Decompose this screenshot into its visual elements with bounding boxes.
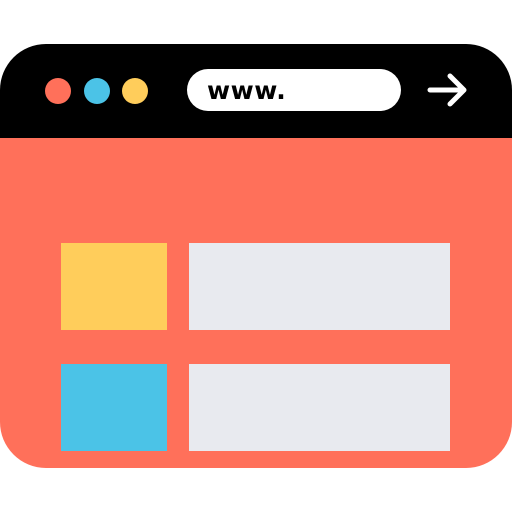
close-dot-icon[interactable] <box>45 78 71 104</box>
browser-window: www. <box>0 44 512 468</box>
browser-titlebar: www. <box>0 44 512 138</box>
list-item-thumbnail <box>61 243 167 330</box>
address-bar-text: www. <box>207 76 287 105</box>
list-item-text-placeholder <box>189 364 450 451</box>
maximize-dot-icon[interactable] <box>122 78 148 104</box>
address-bar[interactable]: www. <box>187 69 401 111</box>
minimize-dot-icon[interactable] <box>84 78 110 104</box>
page-content <box>0 138 512 468</box>
list-item-text-placeholder <box>189 243 450 330</box>
browser-window-illustration: www. <box>0 0 512 512</box>
list-item-thumbnail <box>61 364 167 451</box>
arrow-right-icon[interactable] <box>426 70 470 110</box>
